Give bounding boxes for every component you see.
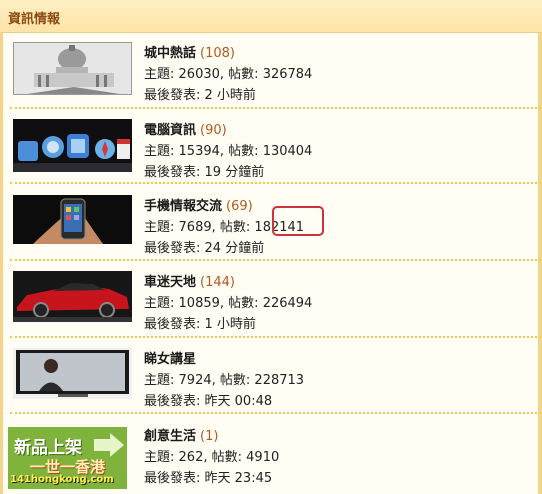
forum-last-post: 最後發表: 昨天 23:45: [144, 471, 273, 486]
last-post-time[interactable]: 昨天 23:45: [205, 471, 273, 486]
building-dome-icon: [14, 43, 131, 94]
last-post-time[interactable]: 2 小時前: [205, 88, 256, 103]
sports-car-icon: [13, 271, 132, 322]
forum-last-post: 最後發表: 1 小時前: [144, 317, 256, 332]
forum-stats: 主題: 10859, 帖數: 226494: [144, 296, 313, 311]
forum-stats: 主題: 26030, 帖數: 326784: [144, 67, 313, 82]
iphone-icon: [13, 195, 132, 244]
banner-site: 141hongkong.com: [10, 474, 114, 485]
forum-today-count: (69): [226, 199, 253, 214]
row-divider: [10, 259, 541, 261]
forum-last-post: 最後發表: 昨天 00:48: [144, 394, 273, 409]
forum-name[interactable]: 電腦資訊 (90): [144, 119, 227, 138]
new-arrival-banner[interactable]: 新品上架 一世一香港 141hongkong.com: [8, 427, 127, 489]
banner-title: 新品上架: [14, 438, 82, 458]
forum-name[interactable]: 車迷天地 (144): [144, 271, 235, 290]
forum-thumbnail[interactable]: [13, 42, 132, 95]
row-divider: [10, 182, 541, 184]
tv-screen-icon: [13, 348, 132, 399]
forum-today-count: (1): [200, 429, 219, 444]
last-post-time[interactable]: 昨天 00:48: [205, 394, 273, 409]
forum-name[interactable]: 睇女講星: [144, 348, 196, 367]
forum-name[interactable]: 創意生活 (1): [144, 425, 218, 444]
forum-stats: 主題: 15394, 帖數: 130404: [144, 144, 313, 159]
row-divider: [10, 107, 541, 109]
left-border: [0, 33, 3, 494]
forum-last-post: 最後發表: 19 分鐘前: [144, 165, 265, 180]
arrow-right-icon: [94, 433, 124, 457]
forum-name[interactable]: 手機情報交流 (69): [144, 195, 253, 214]
forum-last-post: 最後發表: 2 小時前: [144, 88, 256, 103]
forum-name[interactable]: 城中熱話 (108): [144, 42, 235, 61]
forum-stats: 主題: 7924, 帖數: 228713: [144, 373, 305, 388]
row-divider: [10, 336, 541, 338]
last-post-time[interactable]: 24 分鐘前: [205, 241, 265, 256]
mac-dock-icon: [13, 119, 132, 172]
forum-today-count: (144): [200, 275, 235, 290]
right-border: [538, 33, 542, 494]
forum-today-count: (90): [200, 123, 227, 138]
forum-today-count: (108): [200, 46, 235, 61]
last-post-time[interactable]: 1 小時前: [205, 317, 256, 332]
section-title[interactable]: 資訊情報: [8, 8, 60, 27]
forum-thumbnail[interactable]: [13, 271, 132, 322]
forum-thumbnail[interactable]: [13, 348, 132, 399]
forum-last-post: 最後發表: 24 分鐘前: [144, 241, 265, 256]
section-header: 資訊情報: [0, 0, 542, 33]
forum-stats: 主題: 262, 帖數: 4910: [144, 450, 280, 465]
forum-thumbnail[interactable]: [13, 119, 132, 172]
highlight-annotation: [272, 206, 324, 236]
last-post-time[interactable]: 19 分鐘前: [205, 165, 265, 180]
forum-thumbnail[interactable]: [13, 195, 132, 244]
row-divider: [10, 412, 541, 414]
